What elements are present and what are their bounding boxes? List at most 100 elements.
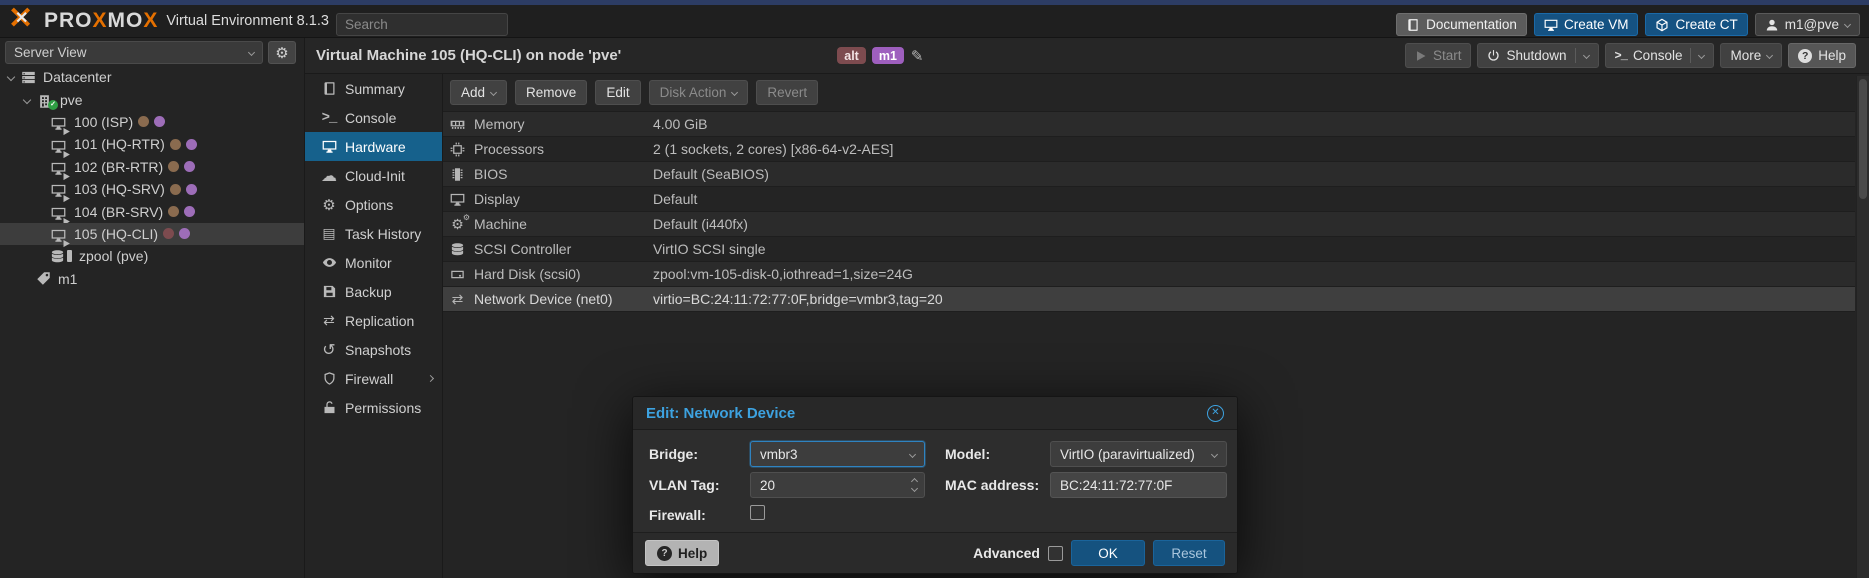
edit-button[interactable]: Edit <box>595 80 640 105</box>
submenu-arrow-icon <box>427 375 434 382</box>
model-combo[interactable]: VirtIO (paravirtualized) <box>1050 441 1227 467</box>
create-ct-button[interactable]: Create CT <box>1645 13 1747 36</box>
tree-item-storage-zpool[interactable]: zpool (pve) <box>0 245 304 267</box>
row-value: Default (i440fx) <box>653 216 748 232</box>
menu-item-firewall[interactable]: Firewall <box>305 364 442 393</box>
view-mode-select[interactable]: Server View <box>5 41 263 64</box>
tree-item-vm-102[interactable]: 102 (BR-RTR) <box>0 156 304 178</box>
row-label: Memory <box>474 116 525 132</box>
menu-item-backup[interactable]: Backup <box>305 277 442 306</box>
revert-button[interactable]: Revert <box>756 80 818 105</box>
disk-action-button[interactable]: Disk Action <box>649 80 749 105</box>
mac-address-input[interactable]: BC:24:11:72:77:0F <box>1050 472 1227 498</box>
remove-button[interactable]: Remove <box>515 80 587 105</box>
menu-item-task-history[interactable]: ▤Task History <box>305 219 442 248</box>
table-row-network-device-selected[interactable]: ⇄ Network Device (net0) virtio=BC:24:11:… <box>443 287 1855 312</box>
tree-item-datacenter[interactable]: Datacenter <box>0 66 304 88</box>
model-value: VirtIO (paravirtualized) <box>1060 447 1195 462</box>
node-icon: ✓ <box>36 92 53 107</box>
tree-item-pve[interactable]: ✓ pve <box>0 88 304 110</box>
storage-bar-icon <box>67 250 72 262</box>
create-vm-button[interactable]: Create VM <box>1534 13 1639 36</box>
expander-icon[interactable] <box>7 73 15 81</box>
menu-item-hardware[interactable]: Hardware <box>305 132 442 161</box>
tree-item-vm-104[interactable]: 104 (BR-SRV) <box>0 200 304 222</box>
menu-label: Monitor <box>345 255 392 271</box>
table-row-bios[interactable]: BIOS Default (SeaBIOS) <box>443 162 1855 187</box>
tree-item-label: Datacenter <box>43 69 111 85</box>
menu-item-summary[interactable]: Summary <box>305 74 442 103</box>
more-button[interactable]: More <box>1720 43 1782 68</box>
row-label: BIOS <box>474 166 507 182</box>
disk-action-label: Disk Action <box>660 85 727 100</box>
server-icon <box>21 70 36 85</box>
ok-button[interactable]: OK <box>1071 540 1145 566</box>
button-divider <box>1690 48 1691 63</box>
chevron-down-icon[interactable] <box>909 450 916 457</box>
add-button[interactable]: Add <box>450 80 507 105</box>
table-row-display[interactable]: Display Default <box>443 187 1855 212</box>
tree-item-vm-101[interactable]: 101 (HQ-RTR) <box>0 133 304 155</box>
settings-gear-button[interactable]: ⚙ <box>268 41 296 64</box>
play-icon <box>1415 50 1427 62</box>
scrollbar-thumb[interactable] <box>1859 79 1867 199</box>
vm-running-icon <box>50 226 67 241</box>
tree-item-vm-105-selected[interactable]: 105 (HQ-CLI) <box>0 223 304 245</box>
menu-item-snapshots[interactable]: ↺Snapshots <box>305 335 442 364</box>
table-row-memory[interactable]: Memory 4.00 GiB <box>443 112 1855 137</box>
tree-item-pool-m1[interactable]: m1 <box>0 268 304 290</box>
menu-item-options[interactable]: ⚙Options <box>305 190 442 219</box>
firewall-checkbox[interactable] <box>750 505 765 520</box>
menu-item-cloud-init[interactable]: ☁Cloud-Init <box>305 161 442 190</box>
tag-dot <box>168 206 179 217</box>
vertical-scrollbar[interactable] <box>1856 76 1869 578</box>
menu-label: Options <box>345 197 393 213</box>
tree-item-vm-103[interactable]: 103 (HQ-SRV) <box>0 178 304 200</box>
vlan-tag-spinner[interactable]: 20 <box>750 472 925 498</box>
help-button[interactable]: ? Help <box>1788 43 1856 68</box>
reset-button[interactable]: Reset <box>1153 540 1225 566</box>
tag-m1[interactable]: m1 <box>872 47 904 64</box>
table-row-hard-disk[interactable]: Hard Disk (scsi0) zpool:vm-105-disk-0,io… <box>443 262 1855 287</box>
ok-label: OK <box>1098 546 1118 561</box>
dialog-header[interactable]: Edit: Network Device ✕ <box>633 397 1237 430</box>
row-label: Machine <box>474 216 527 232</box>
floppy-icon <box>322 284 337 299</box>
vm-running-icon <box>50 114 67 129</box>
tag-dot <box>186 184 197 195</box>
mac-address-value: BC:24:11:72:77:0F <box>1060 478 1172 493</box>
tag-alt[interactable]: alt <box>837 47 866 64</box>
create-vm-label: Create VM <box>1564 17 1629 32</box>
advanced-checkbox[interactable] <box>1048 546 1063 561</box>
menu-item-console[interactable]: >_Console <box>305 103 442 132</box>
table-row-machine[interactable]: ⚙⚙ Machine Default (i440fx) <box>443 212 1855 237</box>
shutdown-button[interactable]: Shutdown <box>1477 43 1598 68</box>
chevron-down-icon[interactable] <box>1211 450 1218 457</box>
start-button[interactable]: Start <box>1405 43 1472 68</box>
bridge-combo[interactable]: vmbr3 <box>750 441 925 467</box>
dialog-help-label: Help <box>678 546 707 561</box>
advanced-label: Advanced <box>973 545 1040 561</box>
menu-item-replication[interactable]: ⇄Replication <box>305 306 442 335</box>
edit-tags-pencil-icon[interactable]: ✎ <box>911 47 924 65</box>
search-input[interactable] <box>336 13 508 36</box>
expander-icon[interactable] <box>23 95 31 103</box>
tree-item-vm-100[interactable]: 100 (ISP) <box>0 111 304 133</box>
tree-item-label: 104 (BR-SRV) <box>74 204 163 220</box>
chip-icon <box>450 167 465 182</box>
chevron-down-icon[interactable] <box>1582 52 1589 59</box>
table-row-processors[interactable]: Processors 2 (1 sockets, 2 cores) [x86-6… <box>443 137 1855 162</box>
documentation-button[interactable]: Documentation <box>1396 13 1527 36</box>
dialog-help-button[interactable]: ? Help <box>645 540 719 566</box>
console-button[interactable]: >_ Console <box>1605 43 1715 68</box>
page-title: Virtual Machine 105 (HQ-CLI) on node 'pv… <box>316 47 621 64</box>
spinner-down-icon[interactable] <box>911 485 918 492</box>
chevron-down-icon[interactable] <box>1698 52 1705 59</box>
monitor-icon <box>450 192 465 207</box>
close-icon[interactable]: ✕ <box>1207 405 1224 422</box>
user-menu-button[interactable]: m1@pve <box>1755 13 1860 36</box>
menu-item-permissions[interactable]: Permissions <box>305 393 442 422</box>
table-row-scsi-controller[interactable]: SCSI Controller VirtIO SCSI single <box>443 237 1855 262</box>
menu-label: Backup <box>345 284 392 300</box>
menu-item-monitor[interactable]: Monitor <box>305 248 442 277</box>
